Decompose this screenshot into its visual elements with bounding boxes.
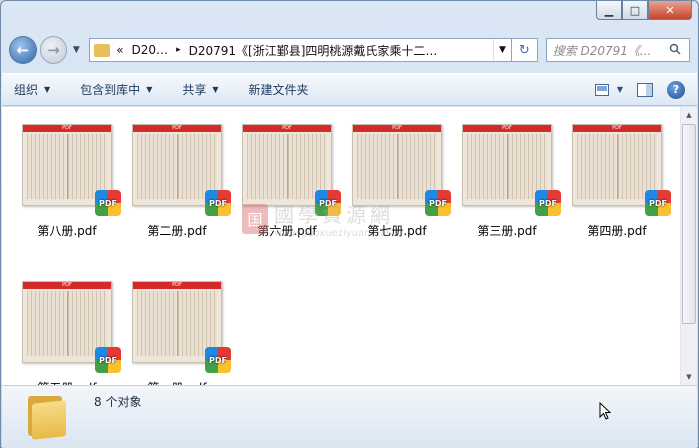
address-bar[interactable]: « D20… ▸ D20791《[浙江鄞县]四明桃源戴氏家乘十二… ▼ xyxy=(89,38,513,62)
file-name[interactable]: 第三册.pdf xyxy=(454,222,560,239)
close-button[interactable]: ✕ xyxy=(648,1,692,20)
new-folder-button[interactable]: 新建文件夹 xyxy=(249,81,309,98)
maximize-button[interactable]: □ xyxy=(622,1,648,20)
caption-buttons: ▁ □ ✕ xyxy=(596,1,692,20)
watermark-seal-icon: 国 xyxy=(242,204,268,234)
scroll-down-icon[interactable]: ▼ xyxy=(681,369,697,385)
file-item[interactable]: PDF PDF 第四册.pdf xyxy=(572,124,676,254)
forward-button[interactable]: → xyxy=(39,36,68,64)
recent-pages-dropdown[interactable]: ▼ xyxy=(69,45,83,55)
watermark-url: www.guoxueziyuan.net xyxy=(274,228,391,239)
vertical-scrollbar[interactable]: ▲ ▼ xyxy=(680,107,697,385)
new-folder-label: 新建文件夹 xyxy=(248,83,309,97)
breadcrumb-separator-icon[interactable]: ▸ xyxy=(176,45,181,55)
scanned-page-left xyxy=(247,134,286,199)
details-pane: 8 个对象 xyxy=(2,385,697,448)
file-name[interactable]: 第四册.pdf xyxy=(564,222,670,239)
navigation-bar: ← → ▼ « D20… ▸ D20791《[浙江鄞县]四明桃源戴氏家乘十二… … xyxy=(9,35,690,65)
search-icon[interactable] xyxy=(669,43,689,58)
breadcrumb-current[interactable]: D20791《[浙江鄞县]四明桃源戴氏家乘十二… xyxy=(189,42,438,59)
file-list-pane[interactable]: PDF PDF 第八册.pdf PDF PDF 第二册.pdf PDF PDF 第六册.pdf P… xyxy=(2,107,697,385)
view-dropdown-icon[interactable]: ▼ xyxy=(615,80,625,100)
pdf-header-bar: PDF xyxy=(23,125,111,132)
file-name[interactable]: 第八册.pdf xyxy=(14,222,120,239)
command-bar: 组织 ▼ 包含到库中 ▼ 共享 ▼ 新建文件夹 ▼ ? xyxy=(2,73,697,106)
pdf-icon: PDF xyxy=(535,190,561,216)
item-count: 8 个对象 xyxy=(94,395,142,409)
pdf-header-bar: PDF xyxy=(573,125,661,132)
organize-label: 组织 xyxy=(14,83,39,97)
preview-pane-icon[interactable] xyxy=(635,80,655,100)
watermark: 国 國學資源網 www.guoxueziyuan.net xyxy=(242,199,394,239)
pdf-icon: PDF xyxy=(95,347,121,373)
pdf-header-bar: PDF xyxy=(353,125,441,132)
watermark-text-block: 國學資源網 www.guoxueziyuan.net xyxy=(274,199,394,239)
pdf-icon: PDF xyxy=(95,190,121,216)
refresh-button[interactable]: ↻ xyxy=(512,38,538,62)
folder-icon xyxy=(94,43,111,57)
include-library-label: 包含到库中 xyxy=(80,83,141,97)
scanned-page-left xyxy=(357,134,396,199)
pdf-icon: PDF xyxy=(205,347,231,373)
scroll-up-icon[interactable]: ▲ xyxy=(681,107,697,123)
share-label: 共享 xyxy=(182,83,207,97)
file-item[interactable]: PDFPDF第一册.pdf xyxy=(132,281,236,385)
pdf-header-bar: PDF xyxy=(23,282,111,289)
pdf-header-bar: PDF xyxy=(133,282,221,289)
scanned-page-left xyxy=(137,291,176,356)
explorer-window: ▁ □ ✕ ← → ▼ « D20… ▸ D20791《[浙江鄞县]四明桃源戴氏… xyxy=(0,0,699,448)
pdf-header-bar: PDF xyxy=(133,125,221,132)
toolbar-right-group: ▼ ? xyxy=(583,80,697,100)
address-dropdown-icon[interactable]: ▼ xyxy=(493,39,511,61)
watermark-text: 國學資源網 xyxy=(274,203,394,227)
file-item[interactable]: PDF PDF 第二册.pdf xyxy=(132,124,236,254)
chevron-down-icon: ▼ xyxy=(44,85,51,94)
pdf-header-bar: PDF xyxy=(243,125,331,132)
organize-menu[interactable]: 组织 ▼ xyxy=(14,81,50,98)
back-button[interactable]: ← xyxy=(9,36,37,64)
help-icon[interactable]: ? xyxy=(667,80,685,99)
file-item[interactable]: PDF PDF 第三册.pdf xyxy=(462,124,566,254)
mouse-cursor-icon xyxy=(599,401,612,424)
minimize-button[interactable]: ▁ xyxy=(596,1,622,20)
file-name[interactable]: 第二册.pdf xyxy=(124,222,230,239)
search-input[interactable]: 搜索 D20791《... xyxy=(545,38,690,62)
pdf-icon: PDF xyxy=(645,190,671,216)
include-in-library-menu[interactable]: 包含到库中 ▼ xyxy=(80,81,152,98)
scanned-page-left xyxy=(137,134,176,199)
breadcrumb-overflow[interactable]: « xyxy=(116,43,123,57)
search-placeholder: 搜索 D20791《... xyxy=(552,43,652,58)
scanned-page-left xyxy=(577,134,616,199)
folder-icon xyxy=(28,392,66,440)
file-item[interactable]: PDFPDF第五册.pdf xyxy=(22,281,126,385)
scroll-thumb[interactable] xyxy=(682,124,696,324)
scanned-page-left xyxy=(27,291,66,356)
chevron-down-icon: ▼ xyxy=(146,85,153,94)
pdf-header-bar: PDF xyxy=(463,125,551,132)
pdf-icon: PDF xyxy=(205,190,231,216)
view-options-icon[interactable] xyxy=(593,80,613,100)
chevron-down-icon: ▼ xyxy=(212,85,219,94)
breadcrumb-parent[interactable]: D20… xyxy=(132,43,169,57)
scanned-page-left xyxy=(27,134,66,199)
pdf-icon: PDF xyxy=(425,190,451,216)
scanned-page-left xyxy=(467,134,506,199)
file-item[interactable]: PDF PDF 第八册.pdf xyxy=(22,124,126,254)
share-menu[interactable]: 共享 ▼ xyxy=(182,81,218,98)
